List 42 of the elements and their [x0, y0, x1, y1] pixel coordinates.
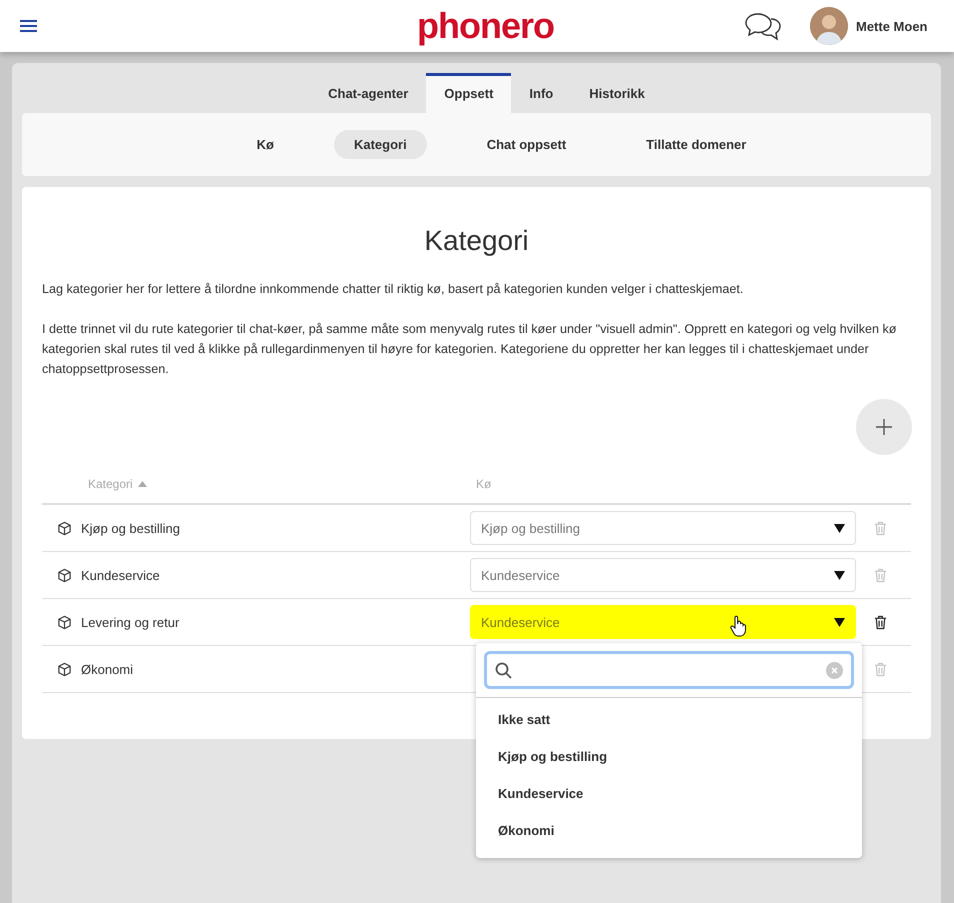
tab[interactable]: Chat-agenter	[310, 73, 426, 113]
caret-icon	[834, 618, 845, 626]
queue-select[interactable]: Kundeservice	[470, 605, 856, 639]
column-header: Kø	[476, 477, 492, 491]
tab[interactable]: Oppsett	[426, 73, 512, 113]
category-name: Kjøp og bestilling	[81, 520, 181, 536]
category-name: Kundeservice	[81, 568, 161, 582]
dropdown-option[interactable]: Økonomi	[476, 813, 862, 850]
hand-cursor-icon	[729, 615, 747, 637]
category-name: Levering og retur	[81, 614, 180, 630]
dropdown-option[interactable]: Kundeservice	[476, 776, 862, 813]
sub-tab[interactable]: Kategori	[334, 130, 427, 159]
avatar[interactable]	[810, 7, 848, 45]
menu-icon[interactable]	[20, 19, 37, 33]
search-field[interactable]	[484, 651, 854, 689]
tab[interactable]: Info	[511, 73, 572, 113]
tab[interactable]: Historikk	[571, 73, 663, 113]
category-name: Økonomi	[81, 662, 134, 676]
sub-tab[interactable]: Chat oppsett	[466, 130, 586, 159]
dropdown-option[interactable]: Kjøp og bestilling	[476, 739, 862, 776]
caret-icon	[834, 524, 845, 532]
sub-tab[interactable]: Kø	[236, 130, 294, 159]
logo: phonero	[417, 5, 554, 46]
cube-icon	[57, 662, 72, 676]
dropdown-option[interactable]: Ikke satt	[476, 702, 862, 739]
cube-icon	[57, 520, 72, 536]
queue-select[interactable]: Kjøp og bestilling	[470, 511, 856, 545]
sub-tab[interactable]: Tillatte domener	[626, 130, 766, 159]
caret-icon	[834, 570, 845, 580]
page-title: Kategori	[423, 225, 530, 257]
user-name: Mette Moen	[856, 18, 928, 34]
description: I dette trinnet vil du rute kategorier til chat-køer, på samme måte som menyvalg rutes til køer under "visuell admin". Opprett en kategori og velg hvilken kø kategorien skal rutes til ved å klikke på rullegardinmenyen til høyre for kategorien. Kategoriene du oppretter her kan legges til i chatteskjemaet under chatoppsettprosessen.	[42, 321, 898, 378]
cube-icon	[57, 614, 72, 630]
cube-icon	[57, 568, 72, 582]
sort-icon[interactable]	[138, 481, 147, 487]
description: Lag kategorier her for lettere å tilordne innkommende chatter til riktig kø, basert på kategorien kunden velger i chatteskjemaet.	[42, 281, 744, 298]
search-icon	[495, 662, 512, 678]
clear-icon[interactable]	[826, 662, 843, 678]
queue-select[interactable]: Kundeservice	[470, 558, 856, 592]
chat-icon[interactable]	[744, 11, 782, 41]
plus-icon	[876, 419, 892, 435]
trash-icon[interactable]	[874, 614, 887, 630]
